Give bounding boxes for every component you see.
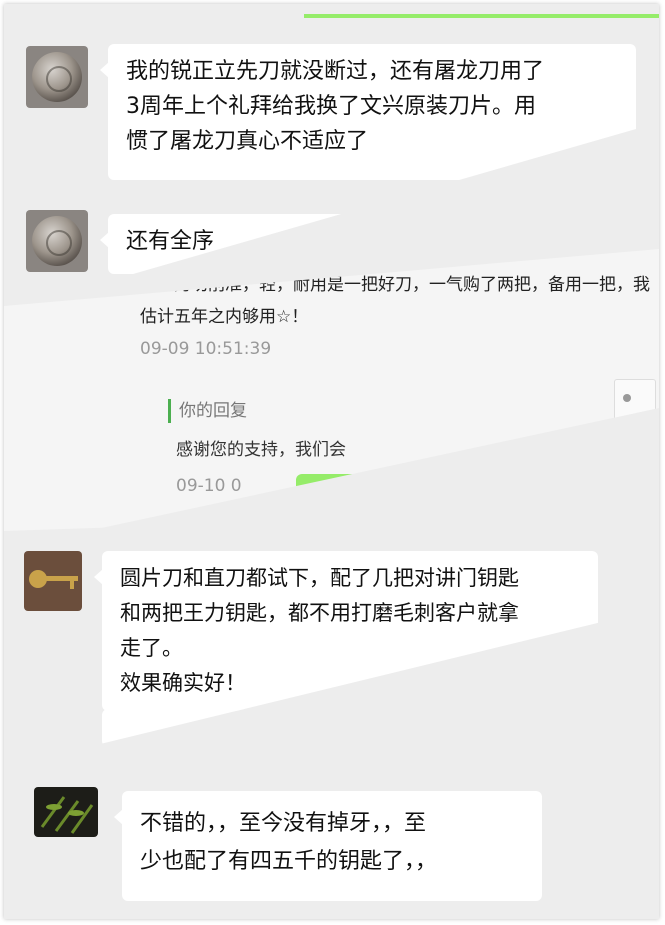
message-bubble[interactable]: 我的锐正立先刀就没断过，还有屠龙刀用了 3周年上个礼拜给我换了文兴原装刀片。用 … bbox=[100, 44, 636, 180]
key-icon bbox=[29, 570, 78, 589]
avatar[interactable] bbox=[26, 210, 88, 272]
outgoing-text: 你刚才试配了几把效果不错 的是 bbox=[312, 486, 599, 510]
reply-block: 你的回复 感谢您的支持，我们会 09-10 0 bbox=[168, 399, 568, 496]
message-text: 圆片刀和直刀都试下，配了几把对讲门钥匙 和两把王力钥匙，都不用打磨毛刺客户就拿 … bbox=[120, 566, 519, 695]
message-text: 不错的，，至今没有掉牙，，至 少也配了有四五千的钥匙了，， bbox=[140, 811, 438, 874]
avatar[interactable] bbox=[24, 551, 82, 611]
side-thumbnail bbox=[614, 379, 656, 443]
chat-strip-3: 圆片刀和直刀都试下，配了几把对讲门钥匙 和两把王力钥匙，都不用打磨毛刺客户就拿 … bbox=[4, 509, 659, 768]
message-text: 还有全序 bbox=[126, 229, 215, 254]
message-bubble-tail bbox=[102, 709, 386, 747]
message-text: 我的锐正立先刀就没断过，还有屠龙刀用了 3周年上个礼拜给我换了文兴原装刀片。用 … bbox=[126, 59, 545, 154]
message-bubble[interactable]: 还有全序 bbox=[100, 214, 368, 274]
message-bubble[interactable]: 不错的，，至今没有掉牙，，至 少也配了有四五千的钥匙了，， bbox=[114, 791, 542, 901]
review-timestamp: 09-09 10:51:39 bbox=[140, 339, 272, 359]
reply-text: 感谢您的支持，我们会 bbox=[176, 440, 346, 460]
coin-image bbox=[32, 216, 82, 266]
message-bubble[interactable]: 圆片刀和直刀都试下，配了几把对讲门钥匙 和两把王力钥匙，都不用打磨毛刺客户就拿 … bbox=[94, 551, 598, 711]
bamboo-icon bbox=[40, 796, 94, 834]
reply-timestamp: 09-10 0 bbox=[176, 476, 242, 496]
collage-frame: 我的锐正立先刀就没断过，还有屠龙刀用了 3周年上个礼拜给我换了文兴原装刀片。用 … bbox=[4, 4, 659, 919]
coin-image bbox=[32, 52, 82, 102]
reply-label: 你的回复 bbox=[168, 399, 568, 423]
outgoing-bubble-edge bbox=[304, 14, 659, 18]
avatar[interactable] bbox=[26, 46, 88, 108]
chat-strip-4: 不错的，，至今没有掉牙，，至 少也配了有四五千的钥匙了，， bbox=[4, 749, 659, 919]
review-strip: 霸王刀切削准，轻，耐用是一把好刀，一气购了两把，备用一把，我估计五年之内够用☆！… bbox=[4, 249, 659, 549]
avatar[interactable] bbox=[34, 787, 98, 837]
review-text: 霸王刀切削准，轻，耐用是一把好刀，一气购了两把，备用一把，我估计五年之内够用☆！ bbox=[140, 275, 650, 327]
